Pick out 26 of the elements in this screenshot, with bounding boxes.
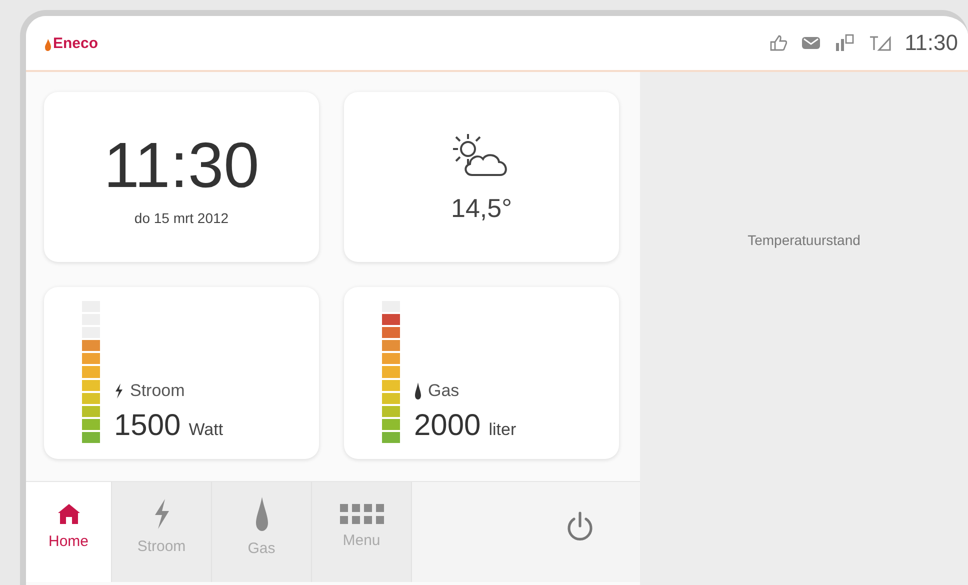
grid-icon — [340, 504, 384, 524]
logo: Eneco — [53, 34, 98, 52]
panel-label: Temperatuurstand — [748, 232, 860, 248]
chart-icon — [834, 34, 855, 52]
nav-tab[interactable]: Home — [26, 482, 112, 582]
home-icon — [56, 502, 80, 524]
meter-value: 2000 — [414, 409, 481, 443]
signal-icon — [868, 35, 891, 51]
temperature: 14,5° — [450, 192, 512, 224]
meter-label: Gas — [428, 381, 460, 401]
flame-icon — [254, 496, 270, 532]
nav-tab[interactable]: Stroom — [112, 482, 212, 582]
unit-label: liter — [488, 420, 516, 440]
thumbs-up-icon — [768, 34, 787, 52]
clock-time: 11:30 — [104, 128, 260, 202]
date-label: do 15 mrt 2012 — [134, 210, 229, 226]
meter-value: 1500 — [114, 409, 181, 443]
flame-logo-icon — [44, 38, 52, 52]
status-time: 11:30 — [904, 30, 958, 56]
mail-icon — [800, 35, 821, 51]
unit-label: Watt — [188, 420, 224, 440]
lightning-icon — [114, 383, 124, 399]
meter-label: Stroom — [130, 381, 185, 401]
nav-tab[interactable]: Menu — [312, 482, 412, 582]
flame-icon — [414, 382, 422, 400]
nav-tab[interactable]: Gas — [212, 482, 312, 582]
